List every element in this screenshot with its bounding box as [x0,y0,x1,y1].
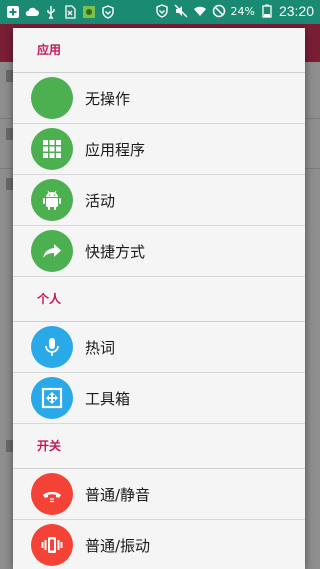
shield-icon [101,4,115,19]
section-header-apps: 应用 [13,28,305,73]
section-header-personal: 个人 [13,277,305,322]
wifi-icon [193,4,207,18]
shield-icon [155,4,169,18]
action-picker-dialog: 应用 无操作 应用程序 活动 快捷方式 个人 热词 工具箱 开关 普通/静音 普… [13,28,305,569]
cloud-icon [25,4,39,18]
status-bar: 24% 23:20 [0,0,320,24]
vibrate-icon [31,524,73,566]
toolbox-icon [31,377,73,419]
microphone-icon [31,326,73,368]
clock: 23:20 [278,3,314,19]
list-item-no-action[interactable]: 无操作 [13,73,305,124]
item-label: 热词 [85,338,116,357]
battery-icon [260,4,274,18]
list-item-shortcut[interactable]: 快捷方式 [13,226,305,277]
section-header-switches: 开关 [13,424,305,469]
list-item-activity[interactable]: 活动 [13,175,305,226]
item-label: 普通/静音 [85,485,151,504]
list-item-normal-silent[interactable]: 普通/静音 [13,469,305,520]
list-item-hotword[interactable]: 热词 [13,322,305,373]
none-icon [31,77,73,119]
no-signal-icon [212,4,226,18]
list-item-applications[interactable]: 应用程序 [13,124,305,175]
phone-hangup-icon [31,473,73,515]
usb-icon [44,4,58,21]
add-icon [6,4,20,18]
item-label: 活动 [85,191,116,210]
item-label: 快捷方式 [85,242,146,261]
list-item-normal-vibrate[interactable]: 普通/振动 [13,520,305,569]
item-label: 普通/振动 [85,536,151,555]
list-item-toolbox[interactable]: 工具箱 [13,373,305,424]
item-label: 无操作 [85,89,131,108]
android-icon [31,179,73,221]
share-arrow-icon [31,230,73,272]
item-label: 应用程序 [85,140,146,159]
item-label: 工具箱 [85,389,131,408]
no-sim-icon [63,4,77,19]
apps-grid-icon [31,128,73,170]
app-notification-icon [82,4,96,18]
battery-percent: 24% [230,4,255,18]
mute-icon [174,4,188,18]
